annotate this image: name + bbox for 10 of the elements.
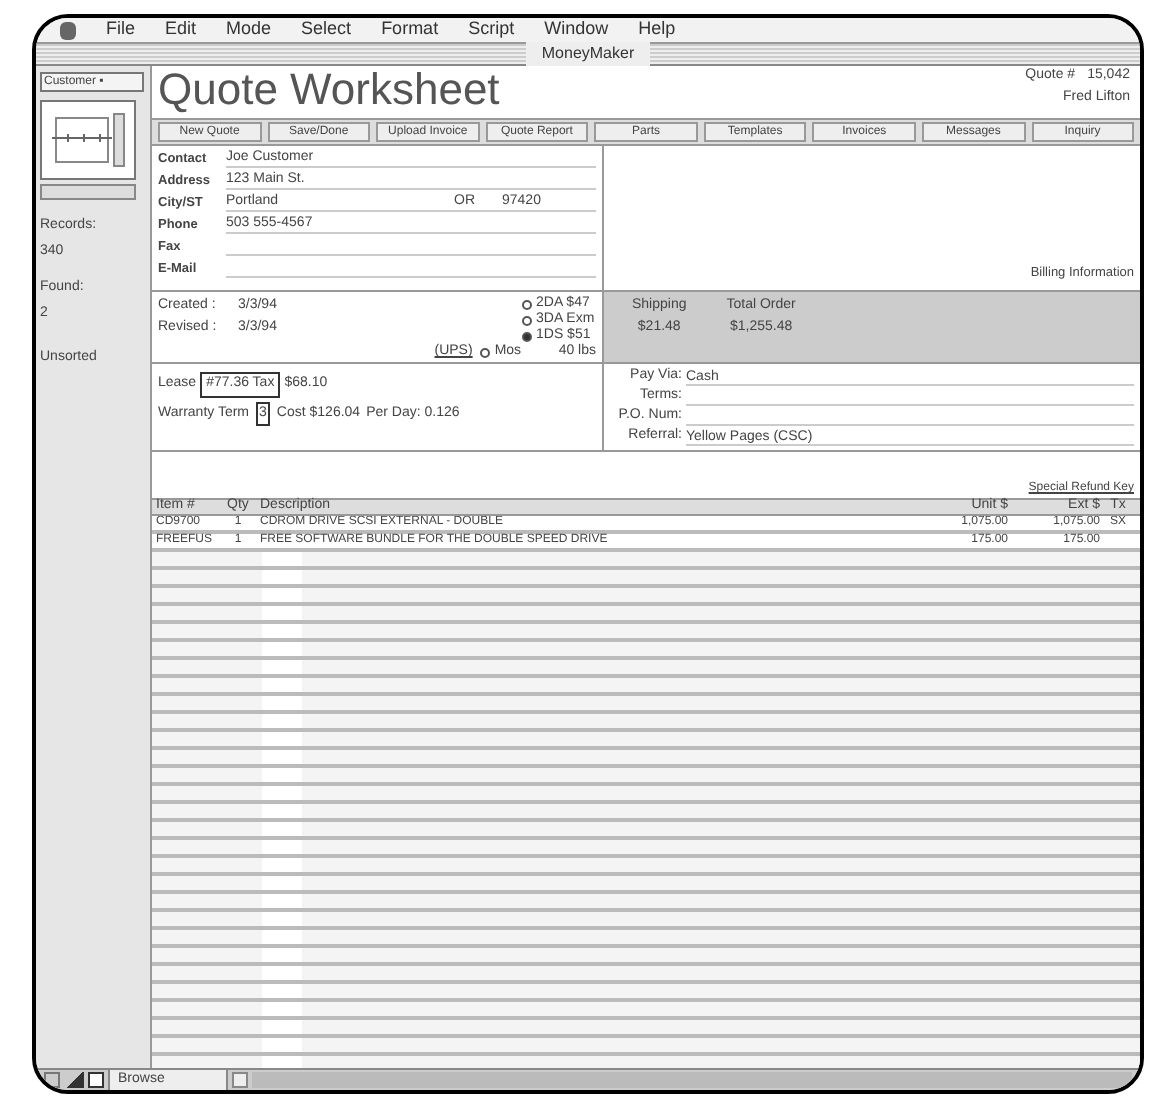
menu-item[interactable]: Help — [638, 18, 676, 44]
menu-item[interactable]: Format — [381, 18, 439, 44]
menu-item[interactable]: Select — [301, 18, 352, 44]
window-title: MoneyMaker — [525, 42, 651, 66]
form-title: Quote Worksheet — [158, 66, 500, 114]
menu-item[interactable]: File — [106, 18, 136, 44]
menu-item[interactable]: Script — [468, 18, 515, 44]
menu-item[interactable]: Edit — [165, 18, 197, 44]
menu-item[interactable]: Window — [544, 18, 609, 44]
menu-item[interactable]: Mode — [226, 18, 272, 44]
